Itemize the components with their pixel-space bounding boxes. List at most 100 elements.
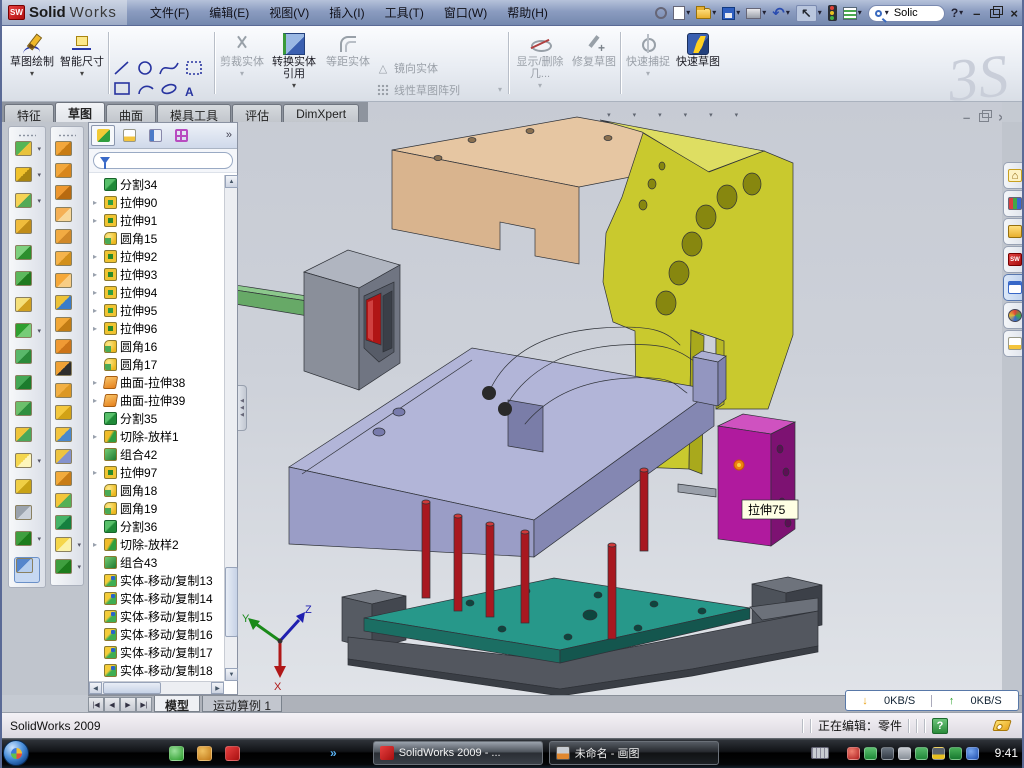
tree-item[interactable]: ▸ 曲面-拉伸38	[89, 373, 224, 391]
tree-item[interactable]: ▸ 拉伸90	[89, 193, 224, 211]
messenger-tray-icon[interactable]	[966, 747, 979, 760]
antivirus-tray-icon[interactable]	[847, 747, 860, 760]
appearances-tab[interactable]	[1003, 302, 1024, 329]
search-box[interactable]: ▾	[868, 5, 945, 22]
scroll-down-button[interactable]: ▼	[225, 668, 238, 681]
doc-minimize-button[interactable]: –	[963, 110, 970, 125]
split-feature-icon[interactable]: ▾	[14, 401, 40, 427]
tree-item[interactable]: ▸ 拉伸92	[89, 247, 224, 265]
network-warning-tray-icon[interactable]	[932, 747, 945, 760]
model-view[interactable]: Y Z X 拉伸75	[238, 102, 1002, 695]
convert-entities-button[interactable]: 转换实体引用▾	[268, 30, 320, 98]
repair-sketch-button[interactable]: 修复草图	[570, 30, 618, 98]
new-document-button[interactable]: ▾	[673, 6, 690, 20]
tree-item[interactable]: ▸ 拉伸93	[89, 265, 224, 283]
solidworks-resources-tab[interactable]: ⌂	[1003, 162, 1024, 189]
rapid-sketch-button[interactable]: 快速草图	[674, 30, 722, 98]
helix-icon[interactable]: ▾	[14, 531, 40, 557]
doc-restore-button[interactable]	[979, 113, 989, 122]
tree-item[interactable]: ▸ 拉伸97	[89, 463, 224, 481]
smart-dimension-button[interactable]: 智能尺寸▾	[58, 30, 106, 98]
media-quick-icon[interactable]	[197, 746, 212, 761]
pin-icon[interactable]	[655, 7, 667, 19]
cosmetic-thread-icon[interactable]: ▾	[14, 453, 40, 479]
zoom-fit-icon[interactable]: ▾	[488, 107, 509, 123]
dimxpertmanager-tab[interactable]	[169, 125, 193, 146]
view-palette-tab[interactable]	[1003, 274, 1024, 301]
ribbon-tab[interactable]: 模具工具	[157, 104, 231, 122]
surface-swap-icon[interactable]: ▾	[54, 229, 80, 251]
panel-chevron[interactable]: »	[226, 129, 235, 141]
solidworks-search-tab[interactable]: SW	[1003, 246, 1024, 273]
print-button[interactable]: ▾	[746, 8, 766, 19]
tag-icon[interactable]	[992, 720, 1012, 731]
tree-item[interactable]: ▸ 圆角19	[89, 499, 224, 517]
part-insert-small[interactable]	[693, 351, 726, 406]
surface-stack-icon[interactable]: ▾	[54, 317, 80, 339]
quick-snaps-button[interactable]: 快速捕捉▾	[624, 30, 672, 98]
quick-tips-button[interactable]: ?	[932, 718, 948, 734]
tree-item[interactable]: ▸ 拉伸96	[89, 319, 224, 337]
mold-fillet-icon[interactable]: ▾	[54, 493, 80, 515]
taskbar-window-button[interactable]: SolidWorks 2009 - ...	[373, 741, 543, 765]
parting-line-icon[interactable]: ▾	[54, 295, 80, 317]
taskbar-clock[interactable]: 9:41	[995, 746, 1018, 760]
menu-item[interactable]: 文件(F)	[141, 1, 198, 24]
combine-feature-icon[interactable]: ▾	[14, 375, 40, 401]
swept-surface-icon[interactable]: ▾	[54, 141, 80, 163]
protection-tray-icon[interactable]	[949, 747, 962, 760]
file-explorer-tab[interactable]	[1003, 218, 1024, 245]
tree-item[interactable]: ▸ 切除-放样2	[89, 535, 224, 553]
study-tab[interactable]: 运动算例 1	[202, 696, 282, 712]
knit-surface-icon[interactable]: ▾	[54, 383, 80, 405]
horizontal-scroll-thumb[interactable]	[103, 682, 161, 694]
menu-item[interactable]: 工具(T)	[376, 1, 433, 24]
planar-surface-icon[interactable]: ▾	[54, 273, 80, 295]
appearances-icon[interactable]: ▾	[667, 107, 688, 123]
study-tab[interactable]: 模型	[154, 696, 200, 712]
wrap-icon[interactable]: ▾	[14, 219, 40, 245]
reference-plane-icon[interactable]: ▾	[14, 479, 40, 505]
tree-item[interactable]: ▸ 曲面-拉伸39	[89, 391, 224, 409]
close-button[interactable]: ×	[1006, 7, 1022, 20]
tree-item[interactable]: ▸ 圆角17	[89, 355, 224, 373]
tree-item[interactable]: ▸ 拉伸91	[89, 211, 224, 229]
tree-item[interactable]: ▸ 实体-移动/复制16	[89, 625, 224, 643]
display-style-icon[interactable]: ▾	[616, 107, 637, 123]
view-orientation-icon[interactable]: ▾	[590, 107, 611, 123]
rib-icon[interactable]: ▾	[14, 271, 40, 297]
scene-icon[interactable]: ▾	[692, 107, 713, 123]
tree-item[interactable]: ▸ 实体-移动/复制15	[89, 607, 224, 625]
mirror-feature-icon[interactable]: ▾	[14, 349, 40, 375]
hide-show-items-icon[interactable]: ▾	[641, 107, 662, 123]
rebuild-lights-icon[interactable]	[828, 5, 837, 21]
panel-splitter-handle[interactable]: ◀◀◀	[238, 385, 247, 431]
menu-item[interactable]: 插入(I)	[320, 1, 373, 24]
open-button[interactable]: ▾	[696, 8, 716, 19]
instant3d-icon[interactable]: ▾	[14, 557, 40, 583]
scroll-left-button[interactable]: ◀	[89, 682, 102, 694]
pattern-icon[interactable]: ▾	[14, 323, 40, 349]
shut-off-surface-icon[interactable]: ▾	[54, 471, 80, 493]
tooling-split-icon[interactable]: ▾	[54, 405, 80, 427]
quick-launch-overflow[interactable]: »	[330, 746, 337, 760]
menu-item[interactable]: 窗口(W)	[435, 1, 496, 24]
tree-item[interactable]: ▸ 圆角15	[89, 229, 224, 247]
messenger-quick-icon[interactable]	[169, 746, 184, 761]
tree-item[interactable]: ▸ 实体-移动/复制17	[89, 643, 224, 661]
search-input[interactable]	[892, 6, 938, 20]
restore-button[interactable]	[990, 9, 1000, 18]
scroll-right-button[interactable]: ▶	[211, 682, 224, 694]
zoom-area-icon[interactable]: ▾	[514, 107, 535, 123]
menu-item[interactable]: 视图(V)	[260, 1, 318, 24]
annotations-view-icon[interactable]: ▾	[718, 107, 739, 123]
tree-item[interactable]: ▸ 圆角18	[89, 481, 224, 499]
taskbar-window-button[interactable]: 未命名 - 画图	[549, 741, 719, 765]
revolved-surface-icon[interactable]: ▾	[54, 163, 80, 185]
help-button[interactable]: ?▾	[951, 6, 963, 20]
update-tray-icon[interactable]	[881, 747, 894, 760]
elbow-surface-icon[interactable]: ▾	[54, 339, 80, 361]
boss-icon[interactable]: ▾	[14, 245, 40, 271]
featuremanager-tab[interactable]	[91, 125, 115, 146]
propertymanager-tab[interactable]	[117, 125, 141, 146]
